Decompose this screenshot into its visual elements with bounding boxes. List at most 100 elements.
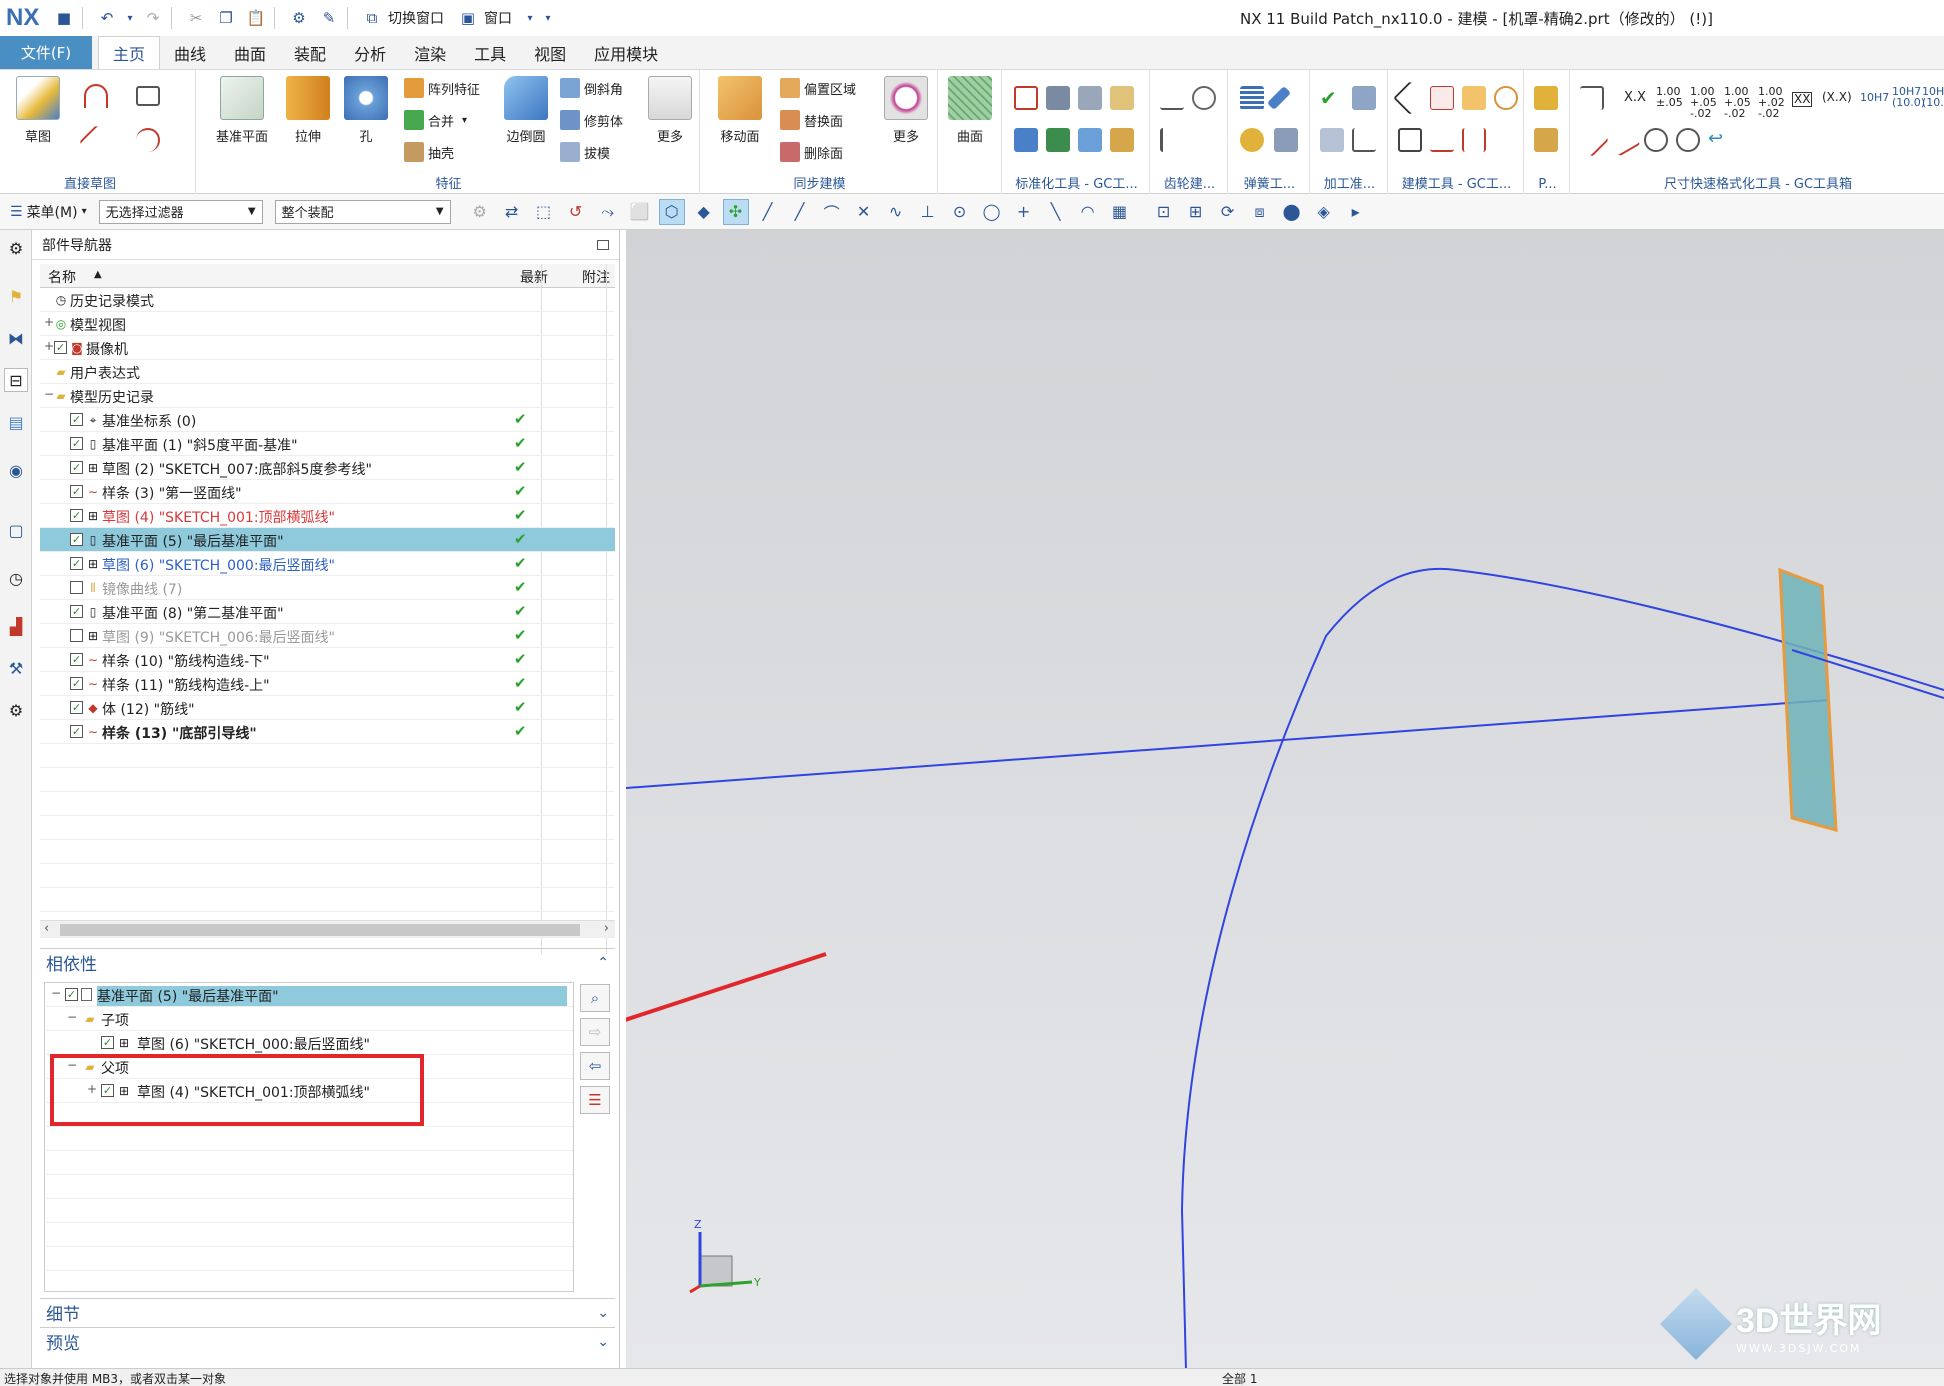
tab-assembly[interactable]: 装配 <box>280 36 340 69</box>
more-feature-button[interactable]: 更多 <box>640 76 700 145</box>
tree-row[interactable]: ✓ ◆ 体 (12) "筋线" ✔ <box>40 696 615 720</box>
pattern-feature-button[interactable]: 阵列特征 <box>404 78 480 98</box>
rectangle-select-icon[interactable]: ⬜ <box>627 199 653 225</box>
web-browser-icon[interactable]: ◉ <box>4 458 28 482</box>
visibility-checkbox[interactable] <box>70 629 83 642</box>
tab-tools[interactable]: 工具 <box>460 36 520 69</box>
arc-icon[interactable] <box>84 84 108 108</box>
tree-row[interactable]: ✓ ▯ 基准平面 (5) "最后基准平面" ✔ <box>40 528 615 552</box>
file-menu-button[interactable]: 文件(F) <box>0 36 92 69</box>
switch-window-icon[interactable]: ⧉ <box>360 6 384 30</box>
select-face-icon[interactable]: ⬚ <box>531 199 557 225</box>
std-tool-icon[interactable] <box>1046 86 1070 110</box>
end-point-icon[interactable]: ╱ <box>755 199 781 225</box>
diameter-icon[interactable] <box>1644 128 1668 152</box>
shell-button[interactable]: 抽壳 <box>404 142 454 162</box>
visibility-checkbox[interactable]: ✓ <box>70 701 83 714</box>
guide-line-curve[interactable] <box>626 699 1831 789</box>
wireframe-icon[interactable]: ⬡ <box>658 198 685 225</box>
visibility-checkbox[interactable]: ✓ <box>70 605 83 618</box>
dependency-root[interactable]: − ✓ 基准平面 (5) "最后基准平面" <box>45 983 573 1007</box>
tree-row[interactable]: + ✓ ◙ 摄像机 <box>40 336 615 360</box>
selection-scope-dropdown[interactable]: 整个装配 ▼ <box>274 199 451 224</box>
visibility-checkbox[interactable] <box>70 581 83 594</box>
std-tool-icon[interactable] <box>1110 86 1134 110</box>
machining-tool-icon[interactable] <box>1352 86 1376 110</box>
chevron-up-icon[interactable]: ⌃ <box>597 955 609 971</box>
show-hide-icon[interactable]: ▸ <box>1343 199 1369 225</box>
unite-button[interactable]: 合并 ▾ <box>404 110 467 130</box>
unite-dropdown-icon[interactable]: ▾ <box>462 115 467 126</box>
sketch-button[interactable]: 草图 <box>8 76 68 145</box>
dim-format-ref[interactable]: (X.X) <box>1822 91 1852 103</box>
collapse-icon[interactable]: − <box>67 1010 77 1024</box>
dim-format-box[interactable]: XX <box>1792 92 1813 107</box>
intersection-icon[interactable]: ✕ <box>851 199 877 225</box>
reuse-library-icon[interactable]: ▤ <box>4 410 28 434</box>
dim-format-fit-ref[interactable]: 10H7 (10.0) <box>1892 86 1925 108</box>
repeat-command-icon[interactable]: ⚙ <box>287 6 311 30</box>
tab-home[interactable]: 主页 <box>98 36 161 69</box>
visibility-checkbox[interactable]: ✓ <box>70 533 83 546</box>
copy-icon[interactable]: ❐ <box>214 6 238 30</box>
chevron-down-icon[interactable]: ⌄ <box>597 1305 609 1321</box>
hole-button[interactable]: 孔 <box>336 76 396 145</box>
visibility-checkbox[interactable]: ✓ <box>70 413 83 426</box>
dim-format-fit[interactable]: 10H7 <box>1860 92 1889 103</box>
dependency-list-icon[interactable]: ☰ <box>580 1086 610 1114</box>
quadrant-icon[interactable]: ◯ <box>979 199 1005 225</box>
tree-row[interactable]: ✓ ▯ 基准平面 (1) "斜5度平面-基准" ✔ <box>40 432 615 456</box>
visibility-checkbox[interactable]: ✓ <box>65 988 78 1001</box>
spring-tool-icon[interactable] <box>1274 128 1298 152</box>
tab-render[interactable]: 渲染 <box>400 36 460 69</box>
render-style-icon[interactable]: ⬤ <box>1279 199 1305 225</box>
select-features-icon[interactable]: ⇄ <box>499 199 525 225</box>
arc-center-icon[interactable]: ⊙ <box>947 199 973 225</box>
datum-plane-shape[interactable] <box>1778 567 1838 832</box>
spring-tool-icon[interactable] <box>1240 128 1264 152</box>
details-panel-header[interactable]: 细节 ⌄ <box>40 1298 615 1326</box>
type-filter-dropdown[interactable]: 无选择过滤器 ▼ <box>98 199 263 224</box>
gear-tool-icon[interactable] <box>1192 86 1216 110</box>
expand-icon[interactable]: + <box>44 339 54 353</box>
settings-icon[interactable]: ⚙ <box>4 236 28 260</box>
tree-row[interactable]: ◷ 历史记录模式 <box>40 288 615 312</box>
column-latest[interactable]: 最新 <box>520 267 548 287</box>
undo-dropdown-icon[interactable]: ▾ <box>125 6 135 30</box>
tree-row[interactable]: − ▰ 模型历史记录 <box>40 384 615 408</box>
dim-format-tol2[interactable]: 1.00 +.05 -.02 <box>1690 86 1717 119</box>
window-button[interactable]: 窗口 <box>484 8 512 28</box>
gear-tool-icon[interactable] <box>1160 128 1184 152</box>
tree-row[interactable]: ✓ ∼ 样条 (10) "筋线构造线-下" ✔ <box>40 648 615 672</box>
spline-curve[interactable] <box>1180 567 1944 1370</box>
horizontal-scrollbar[interactable]: ‹ › <box>40 920 615 938</box>
spring-tool-icon[interactable] <box>1266 85 1292 111</box>
offset-region-button[interactable]: 偏置区域 <box>780 78 856 98</box>
delete-face-button[interactable]: 删除面 <box>780 142 843 162</box>
machining-tool-icon[interactable] <box>1352 128 1376 152</box>
clock-icon[interactable]: ◷ <box>4 566 28 590</box>
process-studio-icon[interactable]: ⚒ <box>4 656 28 680</box>
mid-point-icon[interactable]: ╱ <box>787 199 813 225</box>
dim-tool-icon[interactable] <box>1607 123 1641 157</box>
replace-face-button[interactable]: 替换面 <box>780 110 843 130</box>
perpendicular-icon[interactable]: ⊥ <box>915 199 941 225</box>
menu-button[interactable]: ☰ 菜单(M) ▾ <box>10 202 87 222</box>
visibility-checkbox[interactable]: ✓ <box>70 485 83 498</box>
modeling-tool-icon[interactable] <box>1462 86 1486 110</box>
tree-row[interactable]: ✓ ⊞ 草图 (2) "SKETCH_007:底部斜5度参考线" ✔ <box>40 456 615 480</box>
visibility-checkbox[interactable]: ✓ <box>70 677 83 690</box>
preview-panel-header[interactable]: 预览 ⌄ <box>40 1327 615 1355</box>
column-name[interactable]: 名称 <box>48 267 76 287</box>
tree-row[interactable]: ✓ ⌖ 基准坐标系 (0) ✔ <box>40 408 615 432</box>
modeling-tool-icon[interactable] <box>1462 128 1486 152</box>
window-icon[interactable]: ▣ <box>456 6 480 30</box>
surface-button[interactable]: 曲面 <box>940 76 1000 145</box>
curve-icon[interactable] <box>136 128 160 152</box>
scroll-thumb[interactable] <box>60 924 580 936</box>
undo-dim-icon[interactable]: ↩ <box>1708 128 1732 152</box>
cut-icon[interactable]: ✂ <box>184 6 208 30</box>
p-tool-icon[interactable] <box>1534 86 1558 110</box>
collapse-icon[interactable]: − <box>44 387 54 401</box>
visibility-checkbox[interactable]: ✓ <box>70 509 83 522</box>
